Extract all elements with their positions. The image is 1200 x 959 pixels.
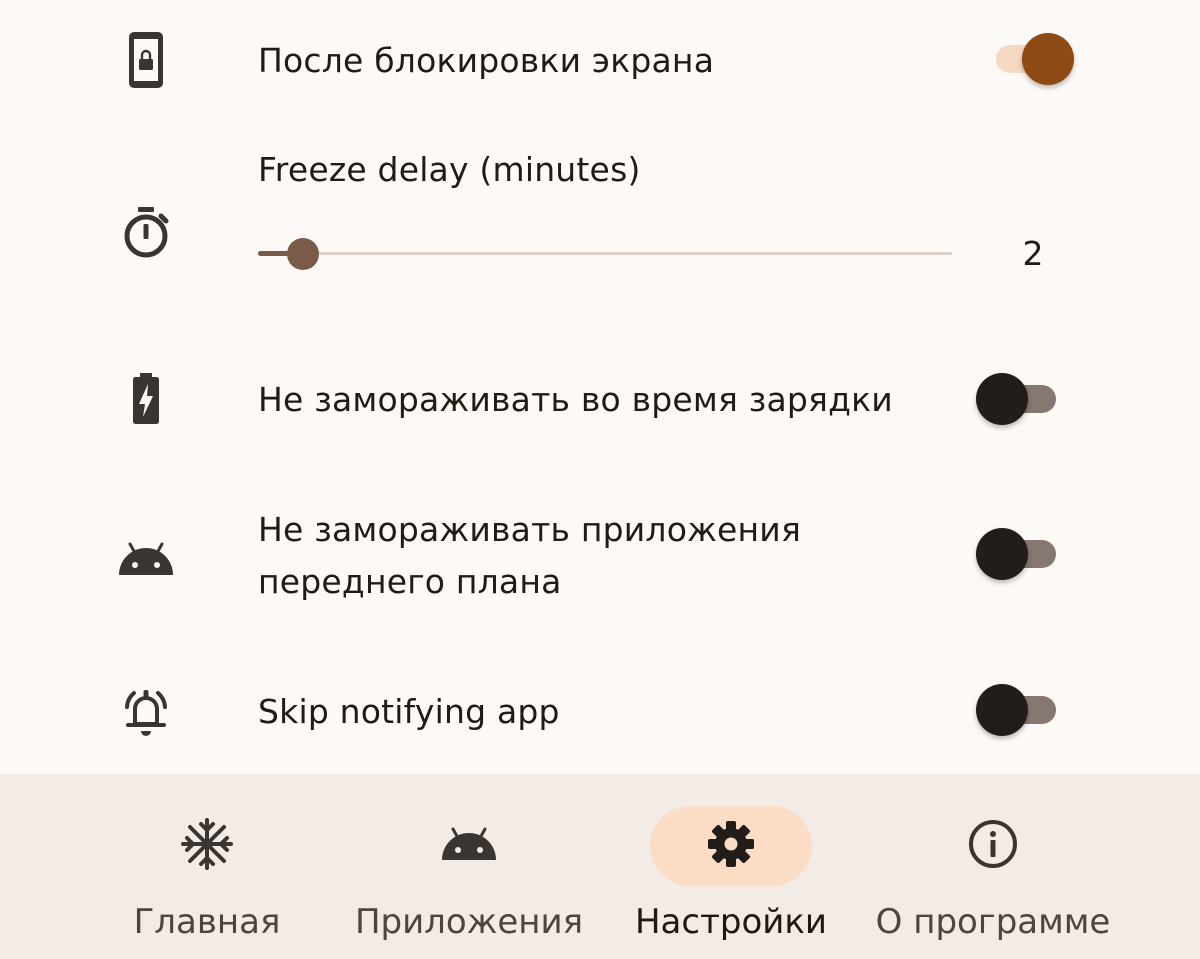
slider-value: 2 — [1022, 234, 1044, 273]
gear-icon — [706, 819, 756, 873]
bottom-navigation: Главная Приложения Настройки О программе — [0, 774, 1200, 959]
nav-label: Приложения — [354, 902, 584, 942]
nav-indicator — [126, 806, 288, 886]
foreground-toggle[interactable] — [976, 525, 1060, 583]
android-icon — [440, 826, 498, 866]
info-icon — [967, 818, 1019, 874]
nav-indicator — [912, 806, 1074, 886]
screen-lock-toggle[interactable] — [996, 30, 1078, 88]
nav-indicator — [650, 806, 812, 886]
setting-label-line2: переднего плана — [258, 562, 562, 601]
nav-item-about[interactable]: О программе — [876, 774, 1110, 959]
toggle-thumb — [976, 684, 1028, 736]
nav-label: Настройки — [634, 902, 827, 942]
setting-row-screen-lock[interactable]: После блокировки экрана — [0, 0, 1200, 120]
setting-row-freeze-delay: Freeze delay (minutes) — [0, 130, 1200, 310]
toggle-thumb — [976, 528, 1028, 580]
setting-label-line1: Не замораживать приложения — [258, 510, 801, 549]
android-icon — [112, 525, 180, 593]
setting-label: После блокировки экрана — [258, 41, 715, 80]
toggle-thumb — [976, 373, 1028, 425]
nav-label: О программе — [875, 902, 1111, 942]
timer-icon — [112, 198, 180, 266]
slider-rail — [258, 252, 952, 255]
phone-lock-icon — [112, 26, 180, 94]
battery-charging-icon — [112, 365, 180, 433]
setting-row-notifying[interactable]: Skip notifying app — [0, 655, 1200, 765]
nav-item-settings[interactable]: Настройки — [635, 774, 827, 959]
setting-label: Freeze delay (minutes) — [258, 150, 641, 189]
freeze-delay-slider[interactable] — [258, 232, 952, 276]
notification-alarm-icon — [112, 677, 180, 745]
nav-indicator — [388, 806, 550, 886]
setting-row-charging[interactable]: Не замораживать во время зарядки — [0, 345, 1200, 455]
charging-toggle[interactable] — [976, 370, 1060, 428]
nav-item-home[interactable]: Главная — [126, 774, 288, 959]
setting-row-foreground[interactable]: Не замораживать приложения переднего пла… — [0, 495, 1200, 625]
notifying-toggle[interactable] — [976, 681, 1060, 739]
slider-thumb[interactable] — [287, 238, 319, 270]
toggle-thumb — [1022, 33, 1074, 85]
setting-label: Не замораживать во время зарядки — [258, 380, 893, 419]
setting-label: Skip notifying app — [258, 692, 560, 731]
snowflake-icon — [181, 818, 233, 874]
nav-label: Главная — [133, 902, 281, 942]
nav-item-apps[interactable]: Приложения — [355, 774, 583, 959]
